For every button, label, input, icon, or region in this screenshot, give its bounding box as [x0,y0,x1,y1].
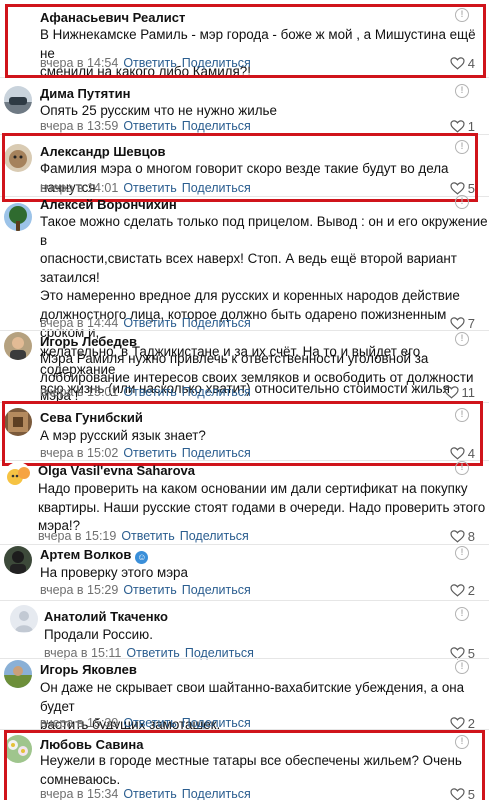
comment-list: Афанасьевич Реалист В Нижнекамске Рамиль … [0,0,489,800]
comment-time[interactable]: вчера в 15:34 [40,787,118,800]
comment-author[interactable]: Любовь Савина [40,737,143,752]
comment-meta: вчера в 15:34 Ответить Поделиться [40,787,251,800]
reply-link[interactable]: Ответить [123,787,176,800]
like-count: 5 [467,787,475,800]
more-info-icon[interactable]: ! [455,735,469,749]
share-link[interactable]: Поделиться [182,787,251,800]
author-name[interactable]: Любовь Савина [40,737,143,752]
comment-item: Любовь Савина Неужели в городе местные та… [0,0,489,800]
avatar[interactable] [4,735,32,763]
comment-text: Неужели в городе местные татары все обес… [40,753,462,787]
like-button[interactable]: 5 [450,787,475,800]
heart-icon [450,788,465,800]
